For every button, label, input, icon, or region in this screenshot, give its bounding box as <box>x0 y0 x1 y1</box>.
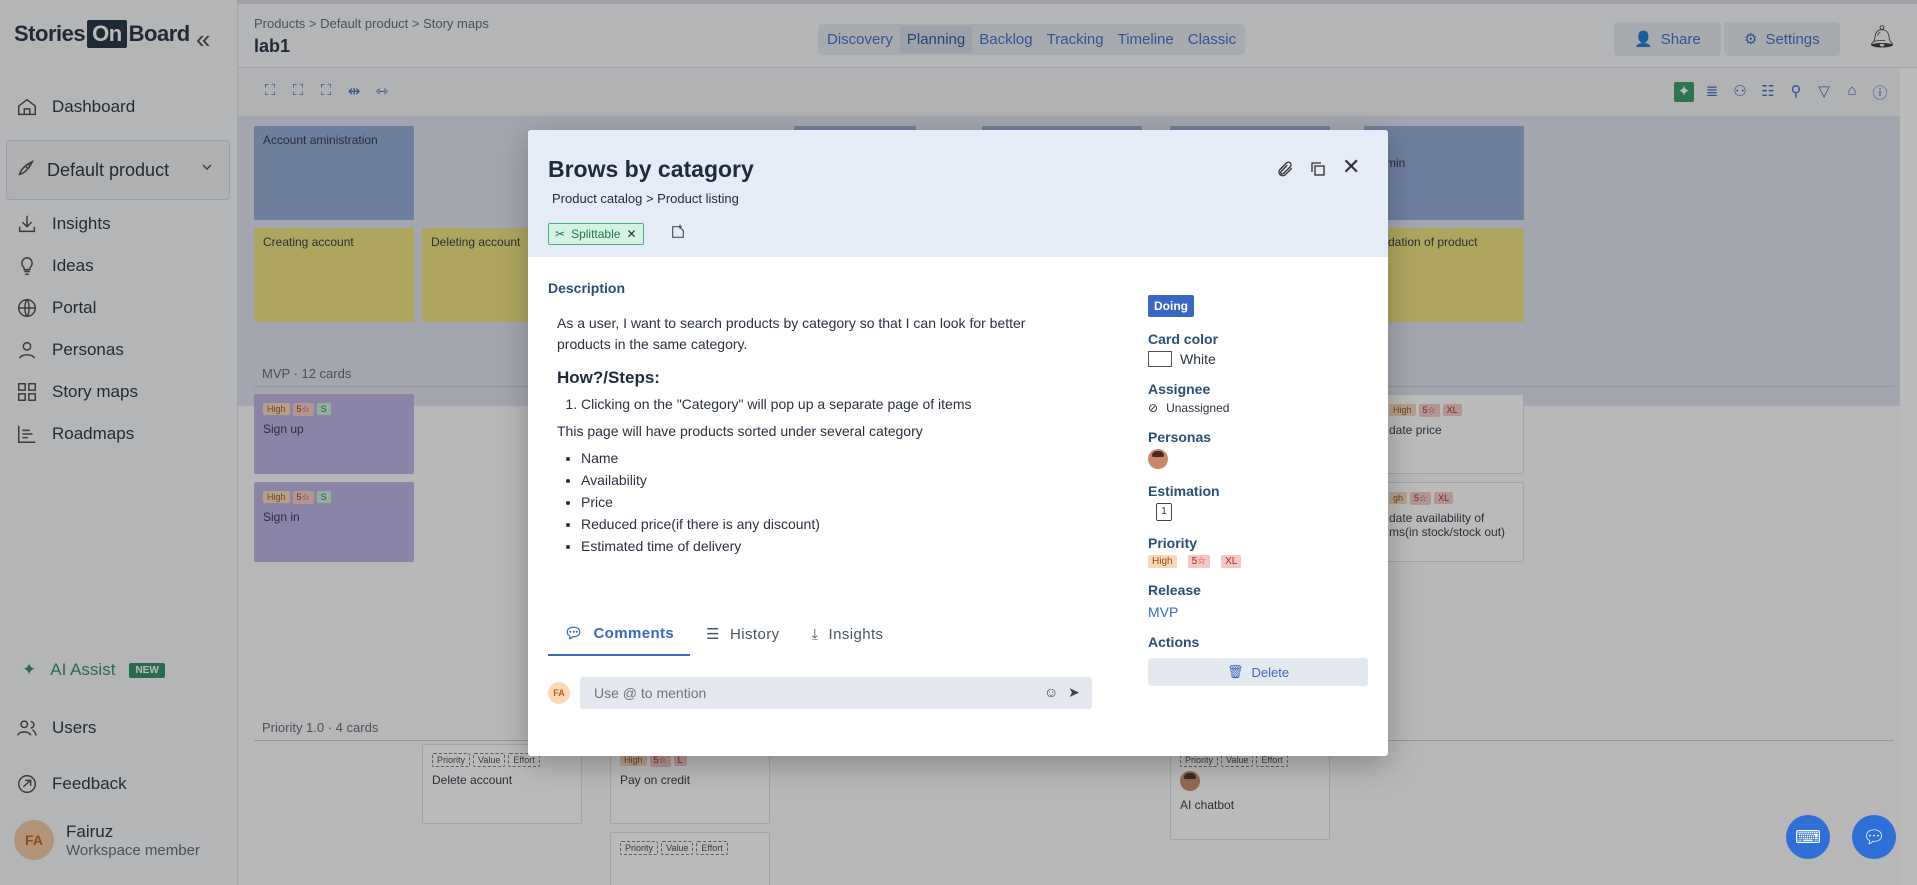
card-color-label: Card color <box>1148 331 1219 347</box>
assignee-picker[interactable]: ⊘ Unassigned <box>1148 401 1368 415</box>
card-detail-modal: Brows by catagory Product catalog > Prod… <box>528 130 1388 756</box>
avatar: FA <box>548 682 570 704</box>
persona-avatar <box>1148 449 1168 469</box>
release-picker[interactable]: MVP <box>1148 604 1368 620</box>
priority-label: Priority <box>1148 535 1198 551</box>
tab-history[interactable]: ☰ History <box>690 612 795 656</box>
personas-picker[interactable] <box>1148 449 1368 469</box>
card-title[interactable]: Brows by catagory <box>548 156 754 183</box>
send-icon[interactable]: ➤ <box>1068 684 1080 701</box>
detail-tabs: 💬︎ Comments ☰ History ⤓ Insights <box>548 612 899 656</box>
estimation-picker[interactable]: 1 <box>1148 503 1368 521</box>
delete-button[interactable]: 🗑︎ Delete <box>1148 658 1368 686</box>
tab-comments[interactable]: 💬︎ Comments <box>548 612 691 656</box>
assignee-label: Assignee <box>1148 381 1211 397</box>
estimation-value: 1 <box>1156 503 1172 521</box>
copy-icon[interactable] <box>1309 160 1327 183</box>
remove-chip-icon[interactable]: ✕ <box>626 227 636 241</box>
unassigned-user-icon: ⊘ <box>1148 401 1159 415</box>
tab-insights[interactable]: ⤓ Insights <box>796 612 900 656</box>
close-icon[interactable]: ✕ <box>1342 154 1360 180</box>
chat-support-button[interactable]: 💬︎ <box>1852 815 1896 859</box>
actions-label: Actions <box>1148 634 1200 650</box>
estimation-label: Estimation <box>1148 483 1220 499</box>
comment-icon: 💬︎ <box>564 625 584 642</box>
description-label: Description <box>548 280 626 296</box>
attachment-icon[interactable] <box>1276 160 1294 183</box>
list-icon: ☰ <box>706 626 721 643</box>
modal-header: Brows by catagory Product catalog > Prod… <box>528 130 1388 257</box>
card-color-picker[interactable]: White <box>1148 351 1368 367</box>
release-label: Release <box>1148 582 1201 598</box>
card-properties: Doing Card color White Assignee ⊘ Unassi… <box>1148 295 1368 686</box>
color-swatch <box>1148 351 1172 367</box>
card-path: Product catalog > Product listing <box>552 191 739 206</box>
trash-icon: 🗑︎ <box>1226 664 1244 679</box>
inbox-icon: ⤓ <box>811 625 819 643</box>
splittable-chip[interactable]: ✂ Splittable ✕ <box>548 223 644 245</box>
status-badge[interactable]: Doing <box>1148 295 1194 317</box>
scissors-icon: ✂ <box>555 227 566 241</box>
add-tag-icon[interactable] <box>670 224 686 244</box>
keyboard-shortcuts-button[interactable]: ⌨ <box>1786 815 1830 859</box>
personas-label: Personas <box>1148 429 1212 445</box>
emoji-icon[interactable]: ☺ <box>1044 684 1058 700</box>
comment-input[interactable] <box>580 677 1092 709</box>
priority-picker[interactable]: High 5☆ XL <box>1148 555 1368 568</box>
description-body[interactable]: As a user, I want to search products by … <box>557 313 1077 558</box>
